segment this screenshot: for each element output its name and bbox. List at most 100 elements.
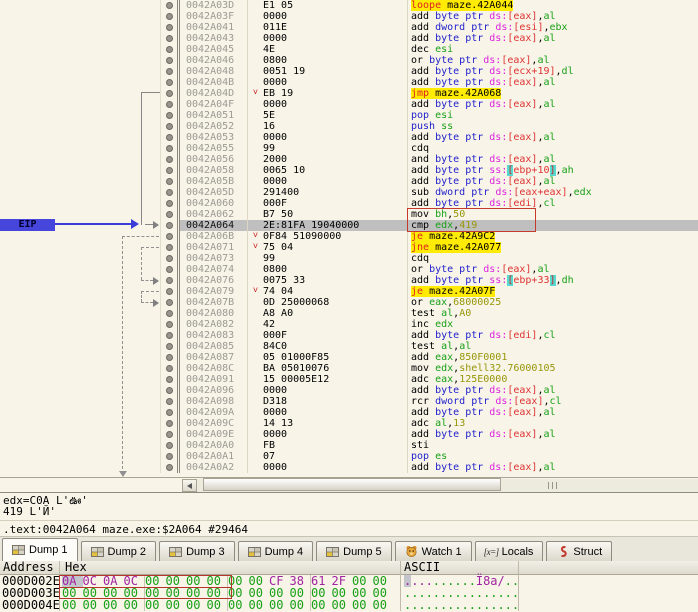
- breakpoint-gutter[interactable]: [160, 110, 180, 121]
- disasm-row[interactable]: 0042A0562000and byte ptr ds:[eax],al: [160, 154, 698, 165]
- breakpoint-gutter[interactable]: [160, 297, 180, 308]
- hex-byte[interactable]: 00: [124, 599, 145, 611]
- tab-watch-1[interactable]: Watch 1: [395, 541, 472, 561]
- breakpoint-dot[interactable]: [166, 398, 173, 405]
- instruction-text[interactable]: or eax,68000025: [408, 297, 698, 308]
- instruction-bytes[interactable]: 16: [248, 121, 408, 132]
- disasm-row[interactable]: 0042A0960000add byte ptr ds:[eax],al: [160, 385, 698, 396]
- instruction-bytes[interactable]: D318: [248, 396, 408, 407]
- instruction-text[interactable]: cdq: [408, 253, 698, 264]
- instruction-address[interactable]: 0042A080: [180, 308, 248, 319]
- instruction-bytes[interactable]: 0000: [248, 132, 408, 143]
- breakpoint-dot[interactable]: [166, 79, 173, 86]
- breakpoint-gutter[interactable]: [160, 143, 180, 154]
- ascii-char[interactable]: .: [469, 599, 476, 611]
- instruction-address[interactable]: 0042A076: [180, 275, 248, 286]
- instruction-bytes[interactable]: BA 05010076: [248, 363, 408, 374]
- instruction-bytes[interactable]: 0000: [248, 429, 408, 440]
- breakpoint-dot[interactable]: [166, 233, 173, 240]
- breakpoint-dot[interactable]: [166, 244, 173, 251]
- disasm-row[interactable]: 0042A0A20000add byte ptr ds:[eax],al: [160, 462, 698, 473]
- hex-byte[interactable]: 00: [228, 599, 249, 611]
- instruction-bytes[interactable]: 0075 33: [248, 275, 408, 286]
- instruction-bytes[interactable]: 0D 25000068: [248, 297, 408, 308]
- breakpoint-dot[interactable]: [166, 35, 173, 42]
- disasm-row[interactable]: 0042A0760075 33add byte ptr ss:[ebp+33],…: [160, 275, 698, 286]
- horizontal-scrollbar[interactable]: [0, 477, 698, 492]
- disasm-row[interactable]: 0042A041011Eadd dword ptr ds:[esi],ebx: [160, 22, 698, 33]
- breakpoint-gutter[interactable]: [160, 209, 180, 220]
- breakpoint-dot[interactable]: [166, 431, 173, 438]
- scroll-left-button[interactable]: [182, 479, 197, 492]
- disasm-row[interactable]: 0042A083000Fadd byte ptr ds:[edi],cl: [160, 330, 698, 341]
- instruction-bytes[interactable]: 011E: [248, 22, 408, 33]
- ascii-char[interactable]: .: [404, 599, 411, 611]
- tab-dump-4[interactable]: Dump 4: [238, 541, 314, 561]
- disasm-row[interactable]: 0042A04D˅EB 19jmp maze.42A068: [160, 88, 698, 99]
- breakpoint-dot[interactable]: [166, 68, 173, 75]
- instruction-bytes[interactable]: 07: [248, 451, 408, 462]
- instruction-bytes[interactable]: 99: [248, 253, 408, 264]
- breakpoint-gutter[interactable]: [160, 407, 180, 418]
- disasm-row[interactable]: 0042A071˅75 04jne maze.42A077: [160, 242, 698, 253]
- breakpoint-gutter[interactable]: [160, 55, 180, 66]
- instruction-text[interactable]: add byte ptr ds:[eax],al: [408, 407, 698, 418]
- disasm-row[interactable]: 0042A09A0000add byte ptr ds:[eax],al: [160, 407, 698, 418]
- instruction-text[interactable]: sub dword ptr ds:[eax+eax],edx: [408, 187, 698, 198]
- tab-dump-2[interactable]: Dump 2: [81, 541, 157, 561]
- instruction-text[interactable]: add byte ptr ds:[eax],al: [408, 385, 698, 396]
- instruction-text[interactable]: add byte ptr ss:[ebp+10],ah: [408, 165, 698, 176]
- instruction-address[interactable]: 0042A085: [180, 341, 248, 352]
- instruction-address[interactable]: 0042A09A: [180, 407, 248, 418]
- disasm-row[interactable]: 0042A060000Fadd byte ptr ds:[edi],cl: [160, 198, 698, 209]
- hex-byte[interactable]: 00: [186, 599, 207, 611]
- disasm-row[interactable]: 0042A079˅74 04je maze.42A07F: [160, 286, 698, 297]
- breakpoint-gutter[interactable]: [160, 385, 180, 396]
- breakpoint-dot[interactable]: [166, 387, 173, 394]
- hex-byte[interactable]: 00: [145, 599, 166, 611]
- hex-byte[interactable]: 00: [166, 599, 187, 611]
- breakpoint-gutter[interactable]: [160, 363, 180, 374]
- breakpoint-gutter[interactable]: [160, 220, 180, 231]
- breakpoint-gutter[interactable]: [160, 231, 180, 242]
- disasm-row[interactable]: 0042A08CBA 05010076mov edx,shell32.76000…: [160, 363, 698, 374]
- instruction-text[interactable]: cmp edx,419: [408, 220, 698, 231]
- breakpoint-gutter[interactable]: [160, 352, 180, 363]
- disasm-row[interactable]: 0042A05D291400sub dword ptr ds:[eax+eax]…: [160, 187, 698, 198]
- ascii-char[interactable]: .: [454, 599, 461, 611]
- disasm-row[interactable]: 0042A06B˅0F84 51090000je maze.42A9C2: [160, 231, 698, 242]
- disasm-row[interactable]: 0042A0460800or byte ptr ds:[eax],al: [160, 55, 698, 66]
- instruction-bytes[interactable]: 0800: [248, 55, 408, 66]
- instruction-text[interactable]: mov edx,shell32.76000105: [408, 363, 698, 374]
- disasm-row[interactable]: 0042A0A107pop es: [160, 451, 698, 462]
- instruction-address[interactable]: 0042A053: [180, 132, 248, 143]
- breakpoint-gutter[interactable]: [160, 99, 180, 110]
- breakpoint-dot[interactable]: [166, 266, 173, 273]
- instruction-bytes[interactable]: ˅EB 19: [248, 88, 408, 99]
- breakpoint-gutter[interactable]: [160, 275, 180, 286]
- breakpoint-gutter[interactable]: [160, 308, 180, 319]
- disasm-row[interactable]: 0042A0530000add byte ptr ds:[eax],al: [160, 132, 698, 143]
- breakpoint-dot[interactable]: [166, 332, 173, 339]
- instruction-address[interactable]: 0042A082: [180, 319, 248, 330]
- instruction-bytes[interactable]: 0000: [248, 33, 408, 44]
- breakpoint-dot[interactable]: [166, 376, 173, 383]
- instruction-address[interactable]: 0042A04D: [180, 88, 248, 99]
- instruction-address[interactable]: 0042A087: [180, 352, 248, 363]
- instruction-address[interactable]: 0042A055: [180, 143, 248, 154]
- disasm-row[interactable]: 0042A0A0FBsti: [160, 440, 698, 451]
- breakpoint-gutter[interactable]: [160, 319, 180, 330]
- breakpoint-dot[interactable]: [166, 442, 173, 449]
- instruction-address[interactable]: 0042A062: [180, 209, 248, 220]
- hex-byte[interactable]: 00: [103, 599, 124, 611]
- instruction-text[interactable]: test al,A0: [408, 308, 698, 319]
- instruction-bytes[interactable]: ˅0F84 51090000: [248, 231, 408, 242]
- instruction-text[interactable]: or byte ptr ds:[eax],al: [408, 264, 698, 275]
- disasm-row[interactable]: 0042A08705 01000F85add eax,850F0001: [160, 352, 698, 363]
- breakpoint-dot[interactable]: [166, 321, 173, 328]
- disasm-row[interactable]: 0042A08242inc edx: [160, 319, 698, 330]
- instruction-text[interactable]: inc edx: [408, 319, 698, 330]
- instruction-text[interactable]: rcr dword ptr ds:[eax],cl: [408, 396, 698, 407]
- breakpoint-dot[interactable]: [166, 167, 173, 174]
- disasm-row[interactable]: 0042A080A8 A0test al,A0: [160, 308, 698, 319]
